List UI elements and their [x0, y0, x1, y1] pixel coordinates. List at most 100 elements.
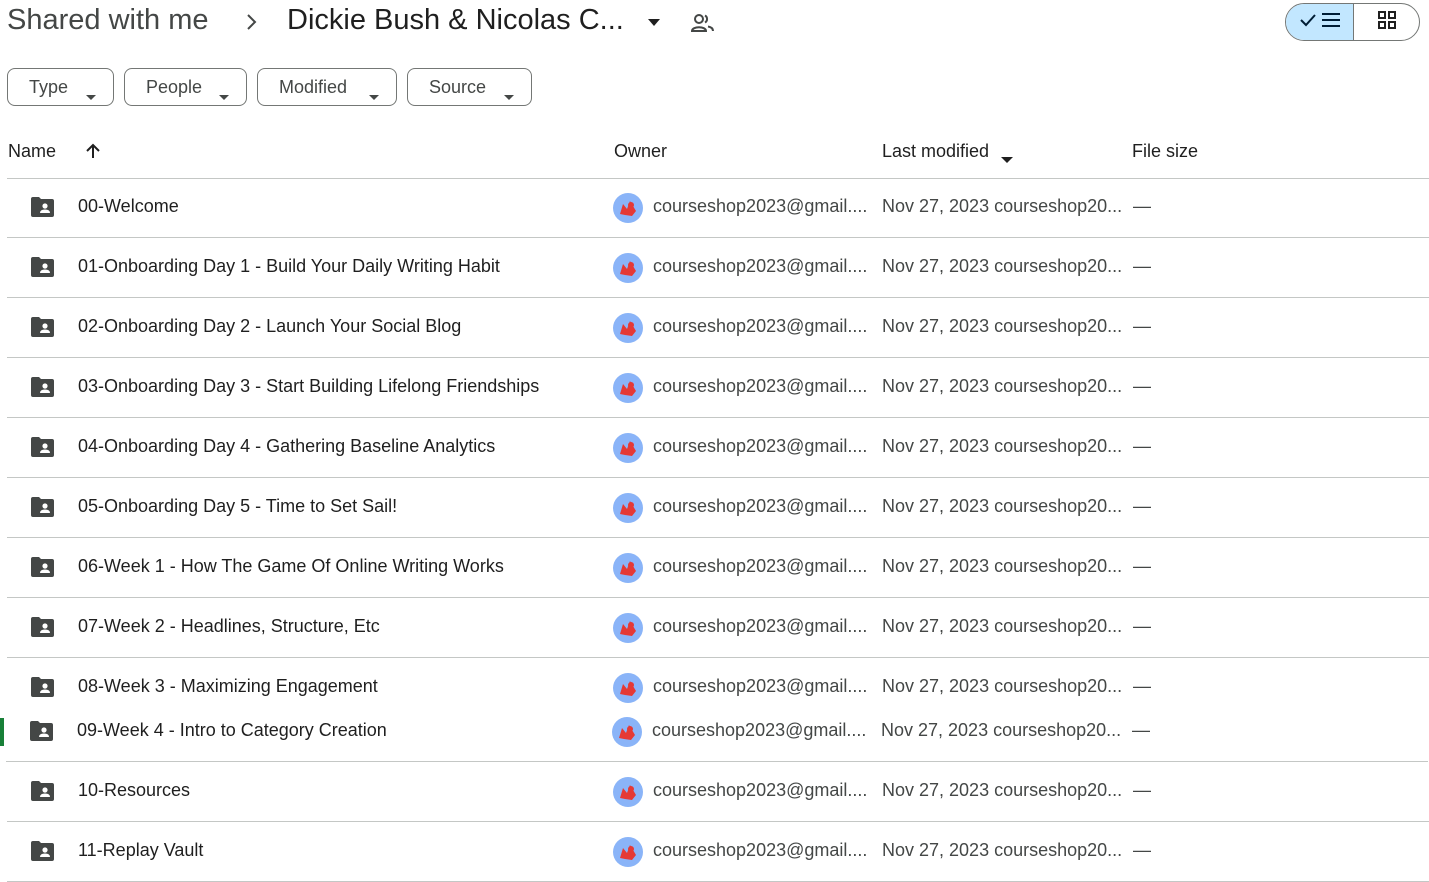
- column-header-file-size[interactable]: File size: [1132, 141, 1198, 162]
- shared-folder-icon: [30, 317, 55, 337]
- file-name[interactable]: 10-Resources: [78, 780, 190, 801]
- last-modified: Nov 27, 2023 courseshop20...: [882, 196, 1123, 216]
- people-icon[interactable]: [690, 12, 716, 39]
- column-header-owner[interactable]: Owner: [614, 141, 667, 162]
- column-header-name[interactable]: Name: [8, 141, 56, 162]
- table-row[interactable]: 04-Onboarding Day 4 - Gathering Baseline…: [7, 418, 1429, 478]
- filter-label: Modified: [279, 77, 348, 97]
- owner-email: courseshop2023@gmail....: [653, 496, 868, 516]
- table-row[interactable]: 00-Welcome courseshop2023@gmail.... Nov 27…: [7, 178, 1429, 238]
- owner-email: courseshop2023@gmail....: [653, 316, 868, 336]
- owner-email: courseshop2023@gmail....: [653, 616, 868, 636]
- avatar: [613, 493, 643, 523]
- caret-down-icon: [504, 85, 514, 106]
- caret-down-icon[interactable]: [1000, 148, 1014, 169]
- shared-folder-icon: [30, 377, 55, 397]
- avatar: [613, 373, 643, 403]
- last-modified: Nov 27, 2023 courseshop20...: [882, 780, 1123, 800]
- shared-folder-icon: [30, 841, 55, 861]
- list-view-button[interactable]: [1286, 4, 1354, 40]
- check-icon: [1299, 13, 1317, 32]
- shared-folder-icon: [29, 721, 54, 741]
- filter-source[interactable]: Source: [407, 68, 532, 106]
- shared-folder-icon: [30, 437, 55, 457]
- file-name[interactable]: 09-Week 4 - Intro to Category Creation: [77, 720, 387, 741]
- last-modified: Nov 27, 2023 courseshop20...: [882, 496, 1123, 516]
- file-size: —: [1133, 496, 1151, 516]
- table-row[interactable]: 02-Onboarding Day 2 - Launch Your Social…: [7, 298, 1429, 358]
- breadcrumb-root[interactable]: Shared with me: [7, 4, 209, 37]
- file-size: —: [1133, 616, 1151, 636]
- grid-view-icon: [1377, 10, 1396, 34]
- list-view-icon: [1321, 12, 1341, 33]
- grid-view-button[interactable]: [1354, 4, 1419, 40]
- table-row[interactable]: 09-Week 4 - Intro to Category Creation co…: [6, 702, 1428, 762]
- file-name[interactable]: 02-Onboarding Day 2 - Launch Your Social…: [78, 316, 461, 337]
- table-row[interactable]: 05-Onboarding Day 5 - Time to Set Sail! c…: [7, 478, 1429, 538]
- owner-email: courseshop2023@gmail....: [653, 376, 868, 396]
- filter-label: Type: [29, 77, 69, 97]
- owner-email: courseshop2023@gmail....: [653, 676, 868, 696]
- avatar: [613, 433, 643, 463]
- filter-type[interactable]: Type: [7, 68, 114, 106]
- avatar: [613, 253, 643, 283]
- owner-email: courseshop2023@gmail....: [653, 256, 868, 276]
- avatar: [613, 777, 643, 807]
- shared-folder-icon: [30, 257, 55, 277]
- file-name[interactable]: 06-Week 1 - How The Game Of Online Writi…: [78, 556, 504, 577]
- file-name[interactable]: 11-Replay Vault: [78, 840, 203, 861]
- arrow-up-icon[interactable]: [84, 142, 102, 165]
- table-row[interactable]: 01-Onboarding Day 1 - Build Your Daily W…: [7, 238, 1429, 298]
- file-size: —: [1133, 256, 1151, 276]
- shared-folder-icon: [30, 677, 55, 697]
- table-row[interactable]: 06-Week 1 - How The Game Of Online Writi…: [7, 538, 1429, 598]
- column-header-last-modified[interactable]: Last modified: [882, 141, 989, 162]
- shared-folder-icon: [30, 557, 55, 577]
- avatar: [613, 313, 643, 343]
- filter-modified[interactable]: Modified: [257, 68, 397, 106]
- table-row[interactable]: 11-Replay Vault courseshop2023@gmail.... N…: [7, 822, 1429, 882]
- header: Shared with me Dickie Bush & Nicolas C..…: [0, 0, 1429, 48]
- avatar: [613, 613, 643, 643]
- caret-down-icon: [86, 85, 96, 106]
- table-row[interactable]: 03-Onboarding Day 3 - Start Building Lif…: [7, 358, 1429, 418]
- file-name[interactable]: 04-Onboarding Day 4 - Gathering Baseline…: [78, 436, 495, 457]
- file-name[interactable]: 03-Onboarding Day 3 - Start Building Lif…: [78, 376, 539, 397]
- last-modified: Nov 27, 2023 courseshop20...: [882, 436, 1123, 456]
- last-modified: Nov 27, 2023 courseshop20...: [882, 840, 1123, 860]
- avatar: [613, 553, 643, 583]
- file-size: —: [1133, 780, 1151, 800]
- file-name[interactable]: 00-Welcome: [78, 196, 179, 217]
- filter-people[interactable]: People: [124, 68, 247, 106]
- table-row[interactable]: 07-Week 2 - Headlines, Structure, Etc cou…: [7, 598, 1429, 658]
- chevron-right-icon: [244, 10, 260, 39]
- owner-email: courseshop2023@gmail....: [653, 840, 868, 860]
- table-row[interactable]: 10-Resources courseshop2023@gmail.... Nov …: [7, 762, 1429, 822]
- file-name[interactable]: 01-Onboarding Day 1 - Build Your Daily W…: [78, 256, 500, 277]
- caret-down-icon: [219, 85, 229, 106]
- file-size: —: [1133, 196, 1151, 216]
- last-modified: Nov 27, 2023 courseshop20...: [882, 256, 1123, 276]
- owner-email: courseshop2023@gmail....: [653, 196, 868, 216]
- owner-email: courseshop2023@gmail....: [653, 556, 868, 576]
- scroll-marker: [0, 718, 4, 746]
- caret-down-icon[interactable]: [646, 16, 662, 28]
- shared-folder-icon: [30, 781, 55, 801]
- shared-folder-icon: [30, 617, 55, 637]
- file-size: —: [1133, 376, 1151, 396]
- avatar: [613, 193, 643, 223]
- file-size: —: [1133, 556, 1151, 576]
- file-size: —: [1133, 840, 1151, 860]
- owner-email: courseshop2023@gmail....: [653, 780, 868, 800]
- file-name[interactable]: 07-Week 2 - Headlines, Structure, Etc: [78, 616, 380, 637]
- file-name[interactable]: 08-Week 3 - Maximizing Engagement: [78, 676, 378, 697]
- last-modified: Nov 27, 2023 courseshop20...: [882, 376, 1123, 396]
- avatar: [612, 717, 642, 747]
- owner-email: courseshop2023@gmail....: [653, 436, 868, 456]
- file-name[interactable]: 05-Onboarding Day 5 - Time to Set Sail!: [78, 496, 397, 517]
- filter-label: Source: [429, 77, 487, 97]
- breadcrumb-current[interactable]: Dickie Bush & Nicolas C...: [287, 4, 624, 37]
- last-modified: Nov 27, 2023 courseshop20...: [882, 316, 1123, 336]
- view-toggle: [1285, 3, 1420, 41]
- last-modified: Nov 27, 2023 courseshop20...: [882, 616, 1123, 636]
